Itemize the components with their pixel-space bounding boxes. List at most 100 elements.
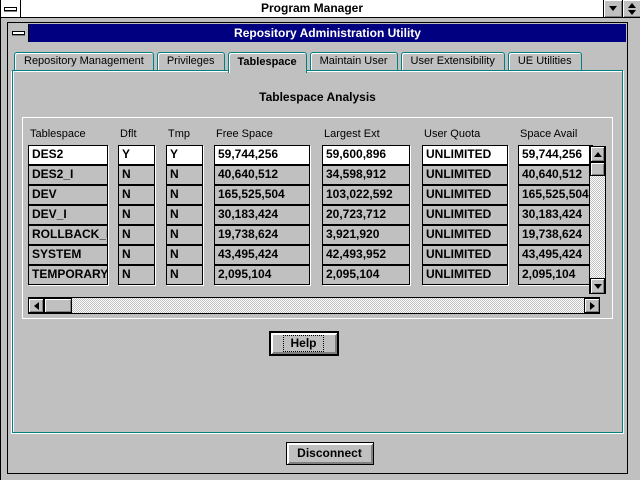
pm-window-title: Program Manager [21,0,603,17]
tablespace-table: TablespaceDfltTmpFree SpaceLargest ExtUs… [22,117,613,319]
scroll-right-button[interactable] [584,298,600,313]
triangle-up-icon [628,3,636,8]
table-row: SYSTEM NN 43,495,424 42,493,952 UNLIMITED 43,… [28,245,612,265]
vertical-scroll-track[interactable] [590,176,605,278]
table-cell[interactable]: 165,525,504 [518,185,593,205]
table-cell[interactable]: 40,640,512 [214,165,310,185]
table-cell[interactable]: 103,022,592 [322,185,410,205]
tab-maintain-user[interactable]: Maintain User [310,52,398,70]
table-cell[interactable]: N [118,205,155,225]
horizontal-scroll-track[interactable] [72,298,584,313]
triangle-down-icon [609,6,617,11]
scroll-up-button[interactable] [590,146,605,162]
table-cell[interactable]: 59,600,896 [322,145,410,165]
tab-user-extensibility[interactable]: User Extensibility [401,52,505,70]
table-cell[interactable]: UNLIMITED [422,265,508,285]
control-menu-dash-icon [12,31,25,35]
horizontal-scrollbar[interactable] [28,297,600,314]
table-cell[interactable]: N [118,185,155,205]
table-cell[interactable]: 30,183,424 [518,205,593,225]
tablespace-tab-panel: Tablespace Analysis TablespaceDfltTmpFre… [12,70,623,433]
table-cell[interactable]: N [118,265,155,285]
table-row: DES2_I NN 40,640,512 34,598,912 UNLIMITED 40,… [28,165,612,185]
table-row: TEMPORARY NN 2,095,104 2,095,104 UNLIMITED 2,… [28,265,612,285]
pm-minimize-button[interactable] [603,0,622,17]
table-cell[interactable]: ROLLBACK_D [28,225,108,245]
column-header: Largest Ext [322,128,410,140]
vertical-scroll-thumb[interactable] [590,162,605,176]
tab-bar: Repository ManagementPrivilegesTablespac… [8,49,627,70]
table-cell[interactable]: 40,640,512 [518,165,593,185]
table-cell[interactable]: UNLIMITED [422,165,508,185]
pm-control-menu-button[interactable] [1,0,21,17]
control-menu-dash-icon [4,7,17,11]
column-header: Tmp [166,128,203,140]
table-cell[interactable]: DEV [28,185,108,205]
table-cell[interactable]: DES2 [28,145,108,165]
table-cell[interactable]: N [118,165,155,185]
table-cell[interactable]: 43,495,424 [518,245,593,265]
table-cell[interactable]: UNLIMITED [422,185,508,205]
table-cell[interactable]: DEV_I [28,205,108,225]
disconnect-button[interactable]: Disconnect [286,442,374,465]
table-cell[interactable]: 59,744,256 [518,145,593,165]
table-row: ROLLBACK_D NN 19,738,624 3,921,920 UNLIMITED… [28,225,612,245]
table-cell[interactable]: 2,095,104 [322,265,410,285]
column-header: Free Space [214,128,310,140]
triangle-down-icon [628,10,636,15]
table-cell[interactable]: N [118,245,155,265]
table-cell[interactable]: N [166,205,203,225]
table-cell[interactable]: DES2_I [28,165,108,185]
table-cell[interactable]: UNLIMITED [422,245,508,265]
horizontal-scroll-thumb[interactable] [44,298,72,313]
app-titlebar[interactable]: Repository Administration Utility [9,24,626,42]
table-cell[interactable]: UNLIMITED [422,205,508,225]
table-cell[interactable]: 2,095,104 [214,265,310,285]
triangle-right-icon [590,302,595,310]
scroll-down-button[interactable] [590,278,605,294]
table-cell[interactable]: Y [166,145,203,165]
pm-restore-button[interactable] [622,0,640,17]
column-header: Tablespace [28,128,108,140]
table-cell[interactable]: Y [118,145,155,165]
table-cell[interactable]: 42,493,952 [322,245,410,265]
table-cell[interactable]: N [166,185,203,205]
program-manager-titlebar[interactable]: Program Manager [1,0,640,18]
repository-admin-window: Repository Administration Utility Reposi… [7,22,628,474]
tab-repository-management[interactable]: Repository Management [14,52,154,70]
help-button-label: Help [283,335,323,352]
table-cell[interactable]: SYSTEM [28,245,108,265]
table-row: DEV_I NN 30,183,424 20,723,712 UNLIMITED 30,1… [28,205,612,225]
vertical-scrollbar[interactable] [589,146,606,294]
triangle-down-icon [594,284,602,289]
table-cell[interactable]: N [166,265,203,285]
table-cell[interactable]: 59,744,256 [214,145,310,165]
tab-tablespace[interactable]: Tablespace [228,52,307,73]
tab-ue-utilities[interactable]: UE Utilities [508,52,582,70]
table-cell[interactable]: TEMPORARY [28,265,108,285]
table-cell[interactable]: 30,183,424 [214,205,310,225]
table-cell[interactable]: N [118,225,155,245]
table-cell[interactable]: 165,525,504 [214,185,310,205]
table-cell[interactable]: N [166,225,203,245]
table-cell[interactable]: 43,495,424 [214,245,310,265]
help-button[interactable]: Help [269,331,339,356]
scroll-left-button[interactable] [28,298,44,313]
table-cell[interactable]: UNLIMITED [422,145,508,165]
tab-privileges[interactable]: Privileges [157,52,225,70]
table-cell[interactable]: UNLIMITED [422,225,508,245]
desktop: { "desktop": { "title": "Program Manager… [0,0,640,480]
table-cell[interactable]: 34,598,912 [322,165,410,185]
triangle-left-icon [34,302,39,310]
table-cell[interactable]: 3,921,920 [322,225,410,245]
table-cell[interactable]: N [166,245,203,265]
table-cell[interactable]: 20,723,712 [322,205,410,225]
table-cell[interactable]: 19,738,624 [518,225,593,245]
table-cell[interactable]: 2,095,104 [518,265,593,285]
table-row: DEV NN 165,525,504 103,022,592 UNLIMITED 165,… [28,185,612,205]
panel-heading: Tablespace Analysis [13,90,622,104]
app-control-menu-button[interactable] [9,24,29,42]
column-header: Space Avail [518,128,593,140]
table-cell[interactable]: 19,738,624 [214,225,310,245]
table-cell[interactable]: N [166,165,203,185]
